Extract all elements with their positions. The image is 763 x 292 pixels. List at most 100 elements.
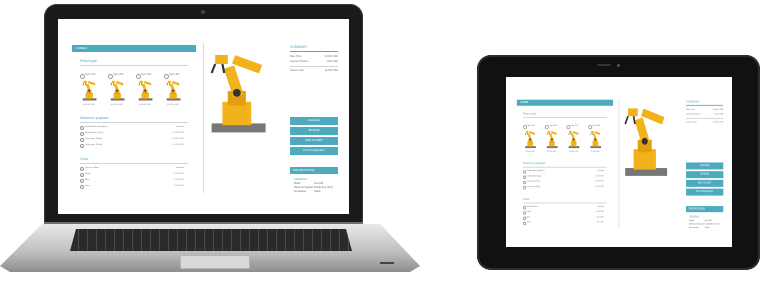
summary-label: Selected Options [686, 112, 701, 116]
summary-value: 42,500 USD [713, 120, 724, 124]
robot-arm-icon [108, 79, 130, 101]
robot-type-options: Type 100 40,000 USD Type 200 45,000 USD … [523, 124, 607, 157]
vertical-divider [203, 43, 204, 193]
3d-model-button[interactable]: 3D Model [686, 171, 724, 179]
spec-row: Maximum Payload Double Arm (10 K) [294, 187, 342, 190]
robot-option[interactable]: Type 300 50,000 USD [136, 73, 158, 111]
robot-option[interactable]: Type 100 40,000 USD [523, 124, 540, 157]
divider [80, 65, 188, 66]
payload-title: Maximum payload [80, 116, 109, 120]
divider [523, 117, 607, 118]
payload-option[interactable]: Telescopic (20kg) + 6,000 USD [523, 186, 604, 190]
vertical-divider [618, 97, 620, 229]
color-option[interactable]: White + 500 USD [523, 211, 604, 215]
download-button[interactable]: Download [686, 162, 724, 170]
radio-button[interactable] [523, 216, 527, 221]
robot-preview-image [622, 101, 678, 178]
robot-option[interactable]: Type 200 45,000 USD [108, 73, 130, 111]
radio-button[interactable] [80, 126, 84, 130]
option-price: + 500 USD [595, 221, 604, 224]
radio-button[interactable] [80, 173, 84, 177]
payload-option[interactable]: Telescopic (20kg) + 6,000 USD [80, 144, 184, 148]
spec-label: Maximum Payload [689, 223, 704, 226]
option-price: + 2,000 USD [171, 132, 184, 134]
tablet-screen: LOREM Robot type Type 100 40,000 USD Typ… [506, 77, 732, 247]
option-price: included [597, 170, 604, 173]
color-option[interactable]: Sunset Yellow included [523, 206, 604, 210]
download-button[interactable]: Download [290, 117, 338, 125]
payload-option[interactable]: Telescopic (15kg) + 4,000 USD [80, 138, 184, 142]
spec-value: Double Arm (10 K) [314, 187, 333, 189]
option-label: Double Arm (5kg Base) [526, 170, 545, 173]
spec-value: Double Arm (10 K) [704, 223, 720, 226]
summary-value: 2,500 USD [714, 112, 724, 116]
divider [523, 166, 607, 168]
robot-arm-icon [136, 79, 158, 101]
add-to-cart-button[interactable]: ADD TO CART [290, 137, 338, 145]
payload-option[interactable]: Double Arm (5kg Base) included [523, 170, 604, 174]
radio-button[interactable] [523, 175, 527, 180]
robot-option-label: Type 400 [592, 124, 601, 127]
radio-button[interactable] [523, 170, 527, 174]
payload-option[interactable]: Double Arm (5kg Base) included [80, 126, 184, 130]
summary-label: Base Price [686, 108, 696, 112]
option-price: + 4,000 USD [171, 138, 184, 140]
radio-button[interactable] [523, 206, 527, 210]
print-configuration-button[interactable]: Print Configuration [686, 188, 724, 196]
robot-option[interactable]: Type 200 45,000 USD [544, 124, 562, 157]
robot-option[interactable]: Type 300 50,000 USD [566, 124, 584, 157]
color-option[interactable]: Blue + 500 USD [523, 216, 604, 221]
summary-row: Selected Options 2,500 USD [290, 60, 338, 64]
option-price: + 500 USD [173, 185, 184, 187]
add-to-cart-button[interactable]: ADD TO CART [686, 179, 724, 187]
color-option[interactable]: White + 500 USD [80, 173, 184, 177]
robot-option-price: 50,000 USD [139, 104, 151, 106]
header-title: LOREM [519, 100, 529, 105]
divider [523, 202, 607, 204]
radio-button[interactable] [80, 167, 84, 171]
robot-type-options: Type 100 40,000 USD Type 200 45,000 USD … [80, 73, 188, 111]
robot-option[interactable]: Type 100 40,000 USD [80, 73, 102, 111]
radio-button[interactable] [80, 144, 84, 148]
radio-button[interactable] [523, 180, 527, 185]
robot-option[interactable]: Type 400 55,000 USD [588, 124, 605, 157]
option-price: + 500 USD [173, 179, 184, 181]
laptop-trackpad [180, 255, 250, 269]
option-price: + 6,000 USD [171, 144, 184, 146]
summary-row: Current Total 42,500 USD [290, 69, 338, 73]
robot-option-price: 40,000 USD [83, 104, 95, 106]
payload-title: Maximum payload [523, 161, 546, 166]
option-label: Blue [526, 216, 531, 219]
radio-button[interactable] [523, 211, 527, 215]
radio-button[interactable] [80, 179, 84, 183]
payload-option[interactable]: Telescopic (15kg) + 4,000 USD [523, 180, 604, 185]
summary-value: 40,000 USD [324, 55, 338, 58]
print-configuration-button[interactable]: Print Configuration [290, 147, 338, 155]
spec-label: Accessories [294, 191, 307, 193]
color-option[interactable]: Blue + 500 USD [80, 179, 184, 183]
radio-button[interactable] [523, 186, 527, 190]
payload-option[interactable]: Double Arm (10kg) + 2,000 USD [523, 175, 604, 180]
radio-button[interactable] [80, 138, 84, 142]
color-option[interactable]: Sunset Yellow included [80, 167, 184, 171]
color-option[interactable]: Grey + 500 USD [80, 185, 184, 189]
option-price: + 2,000 USD [594, 175, 604, 178]
radio-button[interactable] [80, 132, 84, 136]
tablet-camera [617, 64, 620, 67]
robot-option-label: Type 400 [169, 73, 180, 76]
3d-model-button[interactable]: 3D Model [290, 127, 338, 135]
divider [80, 163, 188, 164]
summary-label: Current Total [686, 120, 697, 124]
spec-row: Model Lord 180 [294, 183, 342, 186]
laptop-screen: LOREM Robot type Type 100 40,000 USD Typ… [58, 19, 349, 214]
payload-option[interactable]: Double Arm (10kg) + 2,000 USD [80, 132, 184, 136]
color-option[interactable]: Grey + 500 USD [523, 221, 604, 226]
spec-label: Model [689, 220, 694, 222]
color-title: Color [523, 197, 530, 201]
radio-button[interactable] [80, 185, 84, 189]
configurator-app: LOREM Robot type Type 100 40,000 USD Typ… [58, 19, 349, 214]
robot-option[interactable]: Type 400 55,000 USD [164, 73, 186, 111]
robot-arm-icon [545, 129, 562, 148]
radio-button[interactable] [523, 221, 527, 226]
option-label: Double Arm (10kg) [85, 132, 104, 134]
